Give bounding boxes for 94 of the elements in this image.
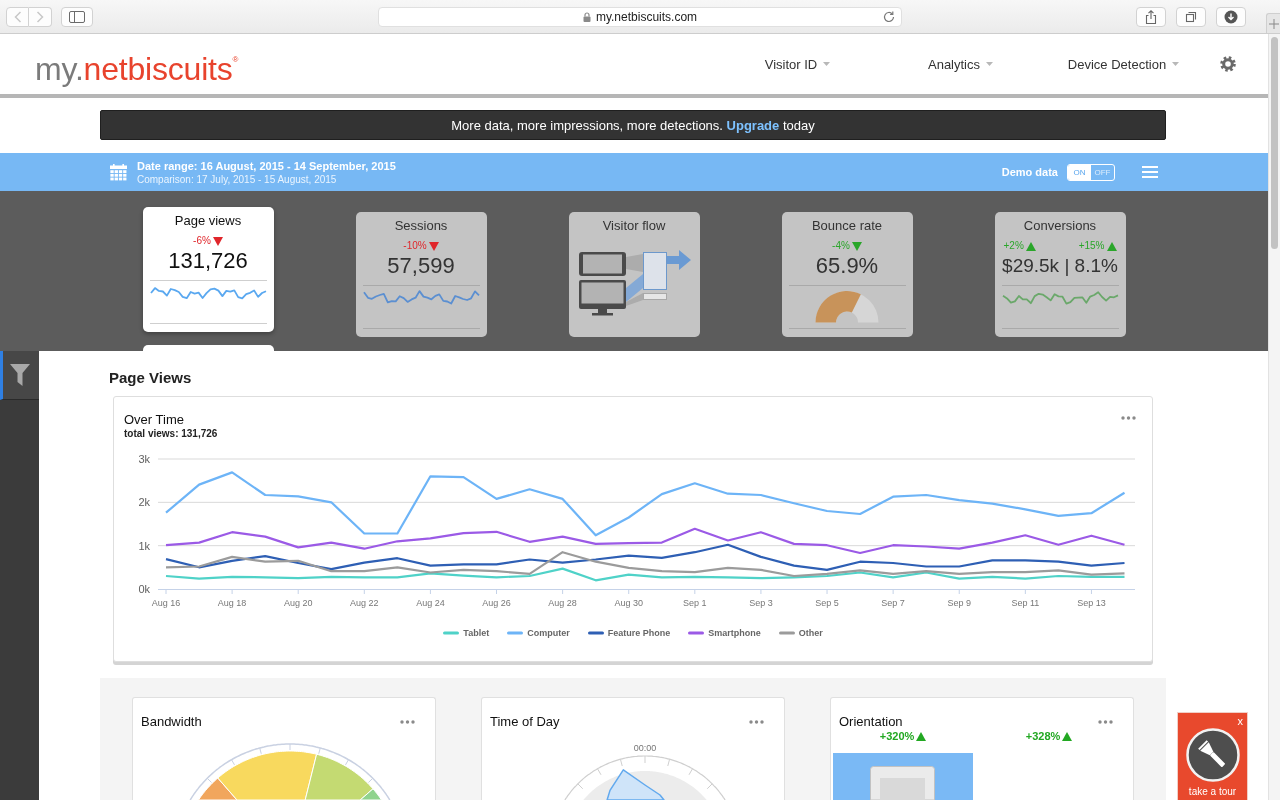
tablet-icon [870, 766, 935, 800]
share-button[interactable] [1136, 6, 1166, 27]
axis-label: Sep 13 [1077, 598, 1106, 608]
axis-label: Aug 22 [350, 598, 379, 608]
card-title: Page views [173, 213, 243, 229]
time-label: 00:00 [633, 743, 657, 753]
caret-icon [1172, 62, 1180, 66]
chevron-left-icon [13, 10, 22, 23]
tabs-button[interactable] [1176, 6, 1206, 27]
date-range-text: Date range: 16 August, 2015 - 14 September, 2015 [137, 158, 396, 173]
demo-data-label: Demo data [1001, 166, 1058, 178]
kpi-card[interactable]: Visitor flow [568, 212, 700, 337]
section-heading: Page Views [109, 369, 192, 387]
card-title: Visitor flow [601, 218, 667, 234]
change-value: +15% [1078, 240, 1105, 252]
axis-label: Aug 20 [283, 598, 313, 608]
axis-label: Aug 16 [151, 598, 181, 608]
change-value: +320% [879, 730, 915, 742]
axis-label: Aug 30 [614, 598, 643, 608]
plus-icon [1269, 18, 1279, 29]
widget-title: Time of Day [490, 714, 560, 730]
more-icon[interactable] [1098, 720, 1113, 724]
axis-label: Sep 7 [881, 598, 905, 608]
nav-menu-item[interactable]: Analytics [928, 56, 993, 72]
nav-menu-item[interactable]: Device Detection [1067, 56, 1180, 72]
sidebar-icon [69, 10, 85, 23]
widget-title: Bandwidth [141, 714, 202, 730]
change-value: -4% [832, 240, 850, 252]
change-value: -10% [403, 240, 427, 252]
promo-message: More data, more impressions, more detections. Upgrade today [451, 117, 815, 133]
kpi-card[interactable]: Sessions -10% 57,599 [355, 212, 487, 337]
download-button[interactable] [1216, 6, 1246, 27]
widget-title: Orientation [839, 714, 903, 730]
calendar-icon[interactable] [110, 163, 127, 181]
flashlight-icon[interactable] [1185, 728, 1240, 782]
close-button[interactable]: x [1237, 715, 1243, 727]
more-icon[interactable] [749, 720, 764, 724]
more-icon[interactable] [400, 720, 415, 724]
axis-label: 1k [138, 539, 150, 552]
caret-icon [823, 62, 831, 66]
reload-icon[interactable] [883, 10, 895, 23]
axis-label: Sep 5 [815, 598, 839, 608]
lock-icon [582, 11, 591, 22]
comparison-text: Comparison: 17 July, 2015 - 15 August, 2015 [137, 172, 338, 186]
metric-value: 57,599 [386, 253, 456, 279]
axis-label: 2k [138, 496, 150, 509]
legend-label[interactable]: Feature Phone [607, 628, 671, 638]
metric-value: 65.9% [814, 253, 880, 279]
change-value: +328% [1025, 730, 1061, 742]
filter-tab[interactable] [0, 351, 39, 400]
settings-icon[interactable] [1220, 56, 1236, 72]
address-bar[interactable]: my.netbiscuits.com [378, 6, 902, 27]
axis-label: Sep 3 [749, 598, 773, 608]
filter-icon [9, 364, 30, 386]
caret-icon [986, 62, 993, 66]
axis-label: Aug 24 [416, 598, 445, 608]
chart-subtitle: total views: 131,726 [124, 428, 218, 440]
card-title: Conversions [1022, 218, 1098, 234]
tour-label[interactable]: take a tour [1188, 786, 1237, 797]
kpi-card[interactable]: Page views -6% 131,726 [142, 207, 274, 332]
legend-label[interactable]: Computer [527, 628, 570, 638]
change-value: +2% [1003, 240, 1024, 252]
kpi-card[interactable]: Conversions +2% +15% $29.5k | 8.1% [994, 212, 1126, 337]
chart-title: Over Time [124, 412, 185, 428]
axis-label: Aug 26 [482, 598, 511, 608]
axis-label: 0k [138, 583, 150, 595]
legend-label[interactable]: Other [798, 628, 823, 638]
change-value: -6% [193, 235, 211, 247]
scrollbar-thumb[interactable] [1271, 37, 1278, 249]
tabs-icon [1184, 9, 1198, 24]
metric-value: $29.5k | 8.1% [1001, 254, 1119, 278]
axis-label: Aug 28 [548, 598, 577, 608]
axis-label: Aug 18 [217, 598, 247, 608]
axis-label: Sep 11 [1011, 598, 1040, 608]
axis-label: Sep 9 [947, 598, 971, 608]
url-text: my.netbiscuits.com [595, 9, 698, 24]
card-title: Sessions [393, 218, 449, 234]
axis-label: 3k [138, 453, 150, 465]
sidebar-toggle-button[interactable] [61, 6, 93, 27]
legend-label[interactable]: Tablet [463, 628, 490, 638]
kpi-card[interactable]: Bounce rate -4% 65.9% [781, 212, 913, 337]
logo[interactable]: my.netbiscuits$^{®}$ [35, 41, 239, 87]
more-icon[interactable] [1121, 416, 1136, 420]
share-icon [1144, 9, 1158, 24]
axis-label: Sep 1 [683, 598, 707, 608]
download-icon [1224, 9, 1238, 24]
legend-label[interactable]: Smartphone [708, 628, 761, 638]
metric-value: 131,726 [167, 248, 249, 274]
card-title: Bounce rate [810, 218, 884, 234]
upgrade-link[interactable]: Upgrade [726, 117, 780, 133]
nav-menu-item[interactable]: Visitor ID [764, 56, 831, 72]
menu-icon[interactable] [1142, 166, 1158, 178]
radar-shape [606, 769, 665, 800]
chevron-right-icon [36, 10, 44, 23]
